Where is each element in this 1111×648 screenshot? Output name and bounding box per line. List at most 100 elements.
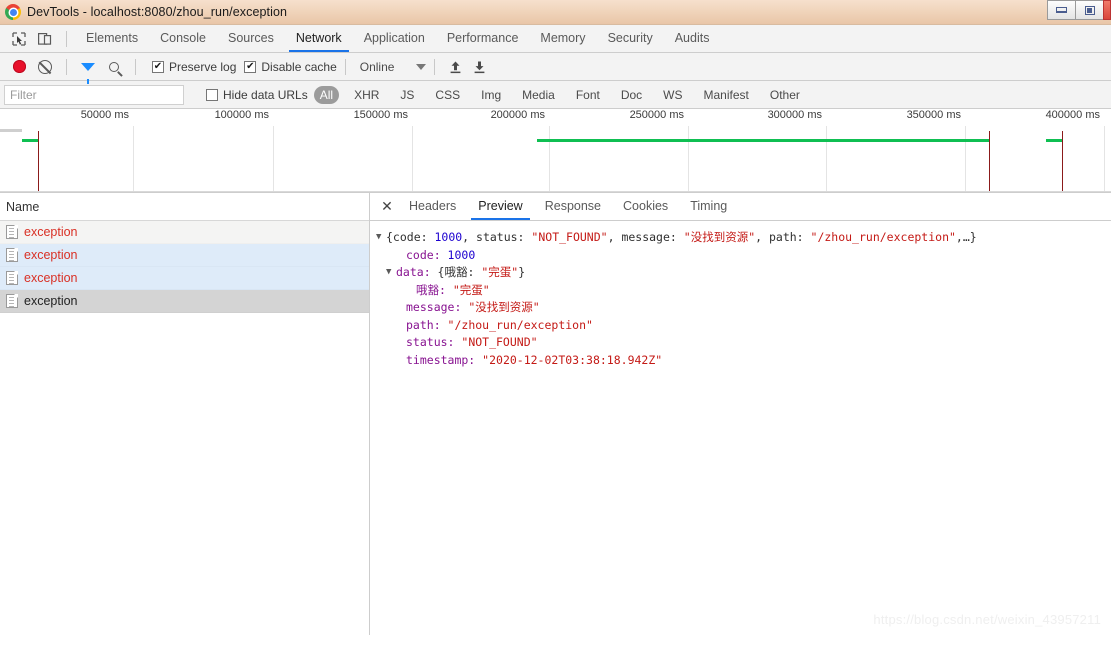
tab-audits[interactable]: Audits: [664, 26, 721, 51]
type-filter-font[interactable]: Font: [570, 86, 606, 104]
type-filter-manifest[interactable]: Manifest: [698, 86, 755, 104]
import-har-button[interactable]: [443, 56, 467, 78]
disable-cache-checkbox[interactable]: Disable cache: [244, 60, 337, 74]
tab-security[interactable]: Security: [597, 26, 664, 51]
request-rows: exception exception exception exception: [0, 221, 369, 313]
preserve-log-checkbox[interactable]: Preserve log: [152, 60, 236, 74]
chevron-down-icon: [416, 63, 427, 70]
close-detail-icon[interactable]: ✕: [376, 196, 398, 218]
expand-triangle-icon[interactable]: ▼: [376, 229, 386, 247]
json-token: , message:: [607, 230, 684, 244]
json-preview-viewer[interactable]: ▼ {code: 1000, status: "NOT_FOUND", messa…: [370, 221, 1111, 635]
json-line: ▼ {code: 1000, status: "NOT_FOUND", messa…: [376, 229, 1111, 247]
timeline-gridline: [549, 126, 550, 192]
record-button[interactable]: [6, 55, 32, 79]
clear-button[interactable]: [32, 55, 58, 79]
throttling-select[interactable]: Online: [360, 60, 427, 74]
timeline-request-bar: [537, 139, 989, 142]
filter-bar: Hide data URLs All XHR JS CSS Img Media …: [0, 81, 1111, 109]
tab-network[interactable]: Network: [285, 26, 353, 52]
request-detail-pane: ✕ Headers Preview Response Cookies Timin…: [370, 193, 1111, 635]
detail-tab-headers[interactable]: Headers: [398, 194, 467, 219]
window-title: DevTools - localhost:8080/zhou_run/excep…: [27, 5, 288, 19]
column-header-name: Name: [6, 199, 40, 214]
timeline-tick-label: 50000 ms: [80, 109, 129, 121]
network-toolbar: Preserve log Disable cache Online: [0, 53, 1111, 84]
tab-console[interactable]: Console: [149, 26, 217, 51]
maximize-button[interactable]: [1075, 0, 1104, 20]
network-panel-body: Name exception exception exception exceptio…: [0, 193, 1111, 635]
toggle-device-toolbar-icon[interactable]: [32, 27, 58, 51]
request-name: exception: [24, 248, 78, 262]
inspect-element-icon[interactable]: [6, 27, 32, 51]
json-token: ,…}: [955, 230, 977, 244]
expand-triangle-icon[interactable]: ▼: [386, 264, 396, 282]
timeline-gridline: [273, 126, 274, 192]
request-list-header: Name: [0, 193, 369, 221]
document-icon: [6, 294, 18, 308]
json-token: "没找到资源": [683, 230, 756, 244]
hide-data-urls-checkbox[interactable]: Hide data URLs: [206, 88, 308, 102]
json-token: status:: [406, 335, 462, 349]
json-token: path:: [406, 317, 448, 332]
timeline-request-bar: [1046, 139, 1062, 142]
toolbar-divider: [66, 58, 67, 75]
tab-memory[interactable]: Memory: [529, 26, 596, 51]
json-token: "/zhou_run/exception": [447, 317, 593, 332]
json-token: "/zhou_run/exception": [810, 230, 956, 244]
document-icon: [6, 225, 18, 239]
timeline-tick-label: 200000 ms: [490, 109, 545, 121]
type-filter-xhr[interactable]: XHR: [348, 86, 385, 104]
timeline-gridline: [826, 126, 827, 192]
json-token: {code:: [386, 230, 435, 244]
json-token: "NOT_FOUND": [461, 335, 538, 349]
json-token: "完蛋": [481, 265, 519, 279]
network-overview-timeline[interactable]: 50000 ms 100000 ms 150000 ms 200000 ms 25000…: [0, 109, 1111, 193]
type-filter-ws[interactable]: WS: [657, 86, 688, 104]
import-har-icon: [450, 61, 461, 73]
filter-toggle-button[interactable]: [75, 55, 101, 84]
export-har-button[interactable]: [467, 56, 491, 78]
table-row[interactable]: exception: [0, 267, 369, 290]
json-token: {哦豁:: [437, 265, 482, 279]
type-filter-media[interactable]: Media: [516, 86, 561, 104]
toolbar-divider: [344, 58, 346, 75]
resource-type-filters: All XHR JS CSS Img Media Font Doc WS Man…: [313, 85, 806, 104]
request-name: exception: [24, 271, 78, 285]
close-button[interactable]: [1103, 0, 1111, 20]
type-filter-img[interactable]: Img: [475, 86, 507, 104]
tab-application[interactable]: Application: [353, 26, 436, 51]
detail-tab-preview[interactable]: Preview: [467, 194, 533, 220]
tab-performance[interactable]: Performance: [436, 26, 530, 51]
detail-tab-response[interactable]: Response: [534, 194, 612, 219]
hide-data-urls-label: Hide data URLs: [223, 87, 308, 102]
table-row[interactable]: exception: [0, 221, 369, 244]
type-filter-js[interactable]: JS: [394, 86, 420, 104]
type-filter-css[interactable]: CSS: [429, 86, 466, 104]
filter-input[interactable]: [4, 84, 184, 105]
type-filter-other[interactable]: Other: [764, 86, 806, 104]
json-token: 1000: [447, 247, 476, 262]
disable-cache-checkbox-box: [244, 60, 257, 73]
window-title-bar: DevTools - localhost:8080/zhou_run/excep…: [0, 0, 1111, 25]
json-line: ▼ data: {哦豁: "完蛋"}: [376, 264, 1111, 282]
search-icon: [109, 61, 119, 72]
document-icon: [6, 271, 18, 285]
timeline-request-bar: [22, 139, 38, 142]
table-row[interactable]: exception: [0, 290, 369, 313]
timeline-event-marker: [1062, 131, 1063, 192]
request-list-pane: Name exception exception exception exceptio…: [0, 193, 370, 635]
timeline-tick-label: 250000 ms: [629, 109, 684, 121]
search-button[interactable]: [101, 55, 127, 79]
chrome-logo-icon: [5, 4, 21, 20]
json-line: timestamp: "2020-12-02T03:38:18.942Z": [376, 352, 1111, 370]
table-row[interactable]: exception: [0, 244, 369, 267]
type-filter-doc[interactable]: Doc: [615, 86, 648, 104]
detail-tab-timing[interactable]: Timing: [679, 194, 738, 219]
detail-tab-cookies[interactable]: Cookies: [612, 194, 679, 219]
type-filter-all[interactable]: All: [313, 85, 340, 104]
timeline-gridline: [412, 126, 413, 192]
tab-sources[interactable]: Sources: [217, 26, 285, 51]
minimize-button[interactable]: [1047, 0, 1076, 20]
tab-elements[interactable]: Elements: [75, 26, 149, 51]
